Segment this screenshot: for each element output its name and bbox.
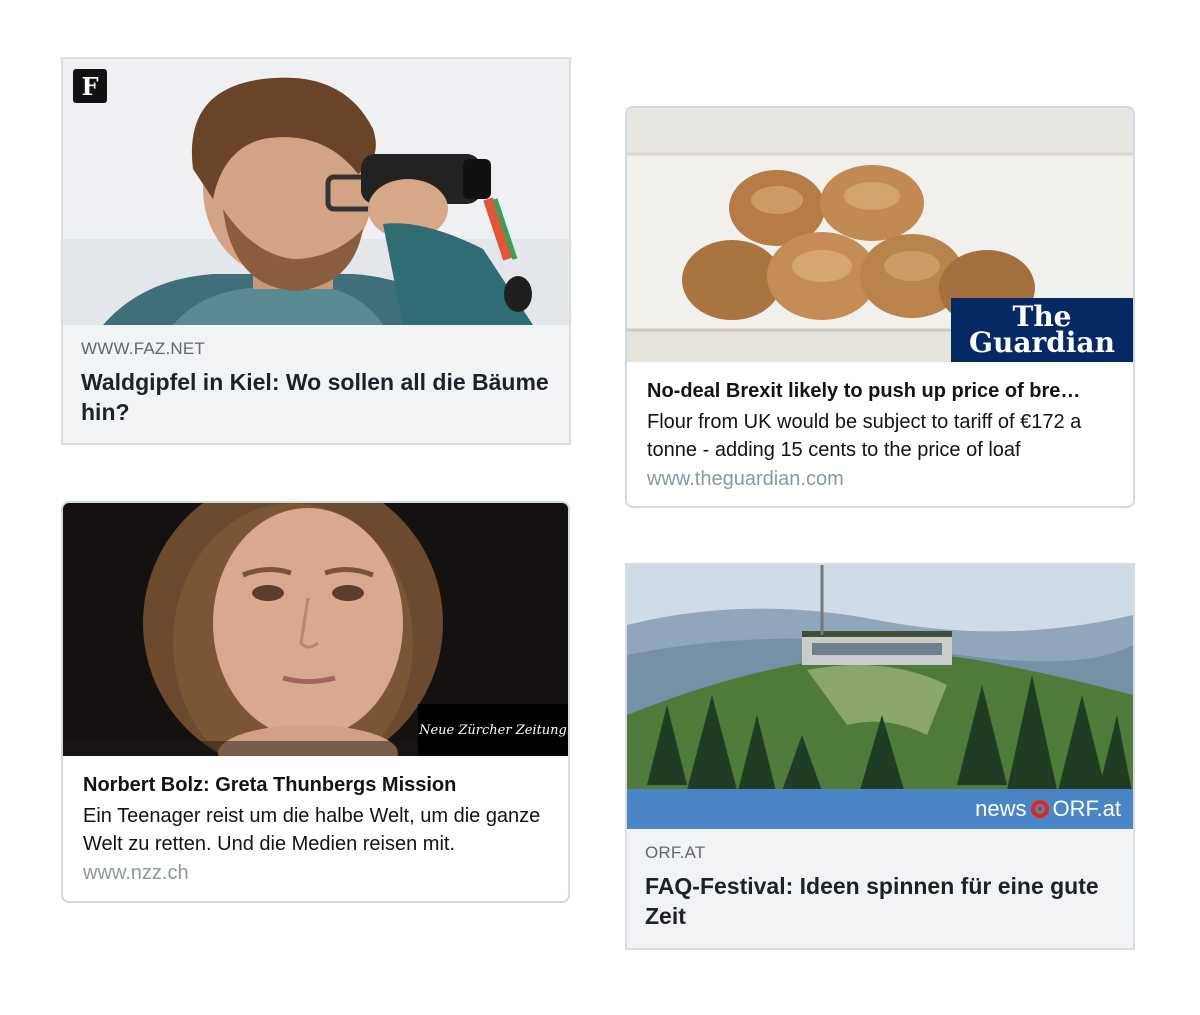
card-title[interactable]: Waldgipfel in Kiel: Wo sollen all die Bä…	[81, 367, 551, 427]
card-domain: WWW.FAZ.NET	[81, 339, 206, 358]
orf-target-icon	[1030, 800, 1049, 818]
link-card-faz[interactable]: F WWW.FAZ.NET Waldgipfel in Kiel: Wo sol…	[61, 57, 571, 445]
link-card-orf[interactable]: news ORF.at ORF.AT FAQ-Festival: Ideen s…	[625, 563, 1135, 950]
nzz-logo-icon: Neue Zürcher Zeitung	[418, 704, 568, 756]
card-image: F	[63, 59, 569, 325]
card-domain: www.nzz.ch	[83, 862, 189, 884]
orf-logo-icon: news ORF.at	[975, 796, 1121, 821]
card-domain: www.theguardian.com	[647, 468, 844, 490]
link-card-guardian[interactable]: The Guardian No-deal Brexit likely to pu…	[625, 106, 1135, 508]
card-title[interactable]: No-deal Brexit likely to push up price o…	[647, 378, 1113, 404]
card-image: news ORF.at	[627, 565, 1133, 829]
card-image: Neue Zürcher Zeitung	[63, 503, 568, 756]
card-title[interactable]: FAQ-Festival: Ideen spinnen für eine gut…	[645, 871, 1115, 931]
card-description: Ein Teenager reist um die halbe Welt, um…	[83, 805, 541, 855]
link-card-nzz[interactable]: Neue Zürcher Zeitung Norbert Bolz: Greta…	[61, 501, 570, 903]
card-title[interactable]: Norbert Bolz: Greta Thunbergs Mission	[83, 772, 548, 798]
card-domain: ORF.AT	[645, 843, 706, 862]
card-description: Flour from UK would be subject to tariff…	[647, 411, 1082, 461]
guardian-logo-icon: The Guardian	[951, 298, 1133, 362]
card-image: The Guardian	[627, 108, 1133, 362]
faz-logo-icon: F	[73, 69, 107, 103]
